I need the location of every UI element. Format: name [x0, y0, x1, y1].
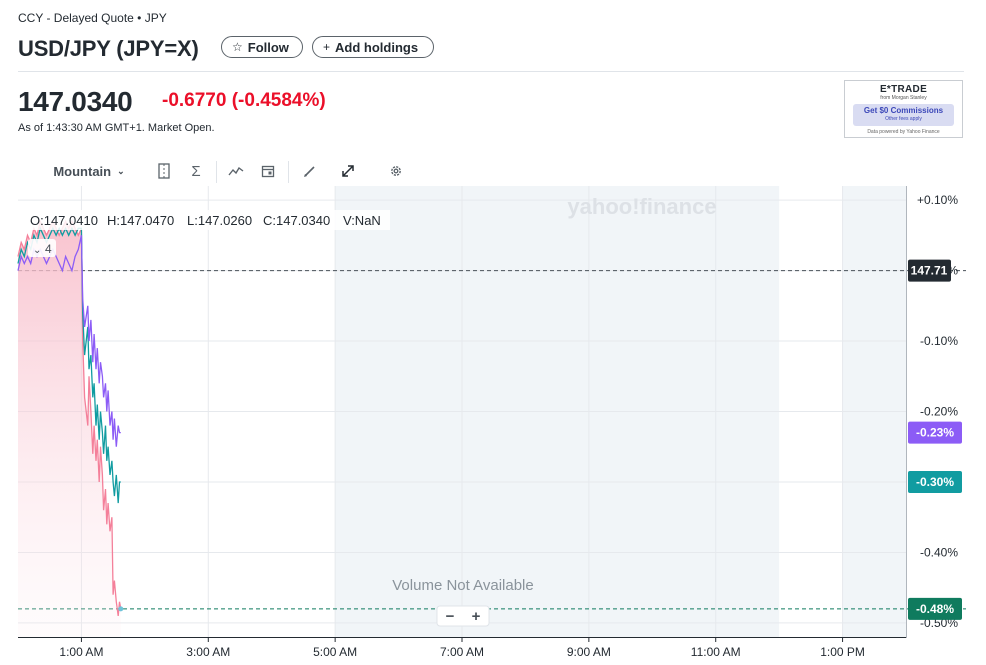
- x-tick-label: 11:00 AM: [691, 645, 741, 659]
- current-price-tag-label: 147.71: [911, 264, 948, 278]
- follow-button[interactable]: ☆ Follow: [221, 36, 303, 58]
- chart-type-label: Mountain: [53, 163, 112, 179]
- y-axis-line: [906, 186, 907, 638]
- draw-icon[interactable]: [300, 158, 320, 184]
- star-icon: ☆: [232, 40, 243, 54]
- calendar-icon[interactable]: [258, 158, 278, 184]
- zoom-in-button[interactable]: +: [472, 608, 481, 625]
- ohlc-open: O:147.0410: [30, 213, 98, 228]
- ohlc-low: L:147.0260: [187, 213, 252, 228]
- y-axis-ticks: +0.10%0.00%-0.10%-0.20%-0.30%-0.40%-0.50…: [917, 193, 958, 630]
- zoom-out-button[interactable]: −: [446, 608, 455, 625]
- ad-brand-sub: from Morgan Stanley: [880, 95, 927, 101]
- ad-footer: Data powered by Yahoo Finance: [867, 129, 940, 135]
- series-tag-label: -0.23%: [916, 426, 954, 440]
- zoom-controls: − +: [436, 605, 490, 627]
- toolbar-divider: [288, 161, 289, 183]
- x-axis-ticks: 1:00 AM 3:00 AM 5:00 AM 7:00 AM 9:00 AM 11:00…: [59, 637, 865, 659]
- quote-subtitle: CCY - Delayed Quote • JPY: [18, 11, 167, 25]
- ohlc-high: H:147.0470: [107, 213, 174, 228]
- y-tick-label: +0.10%: [917, 193, 958, 207]
- y-tick-label: -0.40%: [920, 545, 958, 559]
- indicator-collapse-badge[interactable]: ⌄ 4: [28, 239, 56, 257]
- price-chart[interactable]: yahoo!finance +0.10%0.00%-0.10%-0.20%-0.…: [0, 184, 986, 665]
- chevron-down-icon: ⌄: [33, 245, 41, 256]
- y-tick-label: -0.20%: [920, 405, 958, 419]
- settings-icon[interactable]: [386, 158, 406, 184]
- series-tag-label: -0.30%: [916, 475, 954, 489]
- chevron-down-icon: ⌄: [117, 165, 125, 176]
- ohlc-close: C:147.0340: [263, 213, 330, 228]
- yahoo-finance-watermark: yahoo!finance: [567, 194, 716, 219]
- chart-type-dropdown[interactable]: Mountain ⌄: [48, 158, 130, 184]
- add-holdings-label: Add holdings: [335, 39, 419, 55]
- x-tick-label: 9:00 AM: [567, 645, 611, 659]
- indicators-icon[interactable]: Σ: [186, 158, 206, 184]
- series-tag-label: -0.48%: [916, 602, 954, 616]
- price-tags: 147.71 -0.23% -0.30% -0.48%: [908, 259, 962, 620]
- trend-icon[interactable]: [226, 158, 246, 184]
- ad-cta-label: Get $0 Commissions: [863, 106, 944, 115]
- chart-toolbar: Mountain ⌄ Σ: [18, 158, 418, 184]
- toolbar-divider: [216, 161, 217, 183]
- compare-icon[interactable]: [154, 158, 174, 184]
- series-last-point: [118, 606, 124, 612]
- etrade-ad[interactable]: E*TRADE from Morgan Stanley Get $0 Commi…: [844, 80, 963, 138]
- quote-timestamp: As of 1:43:30 AM GMT+1. Market Open.: [18, 122, 215, 134]
- expand-icon[interactable]: [338, 158, 358, 184]
- x-tick-label: 5:00 AM: [313, 645, 357, 659]
- header-divider: [18, 71, 964, 72]
- badge-count: 4: [45, 242, 52, 256]
- chart-series: [17, 219, 124, 637]
- x-tick-label: 3:00 AM: [186, 645, 230, 659]
- quote-price: 147.0340: [18, 86, 133, 117]
- x-tick-label: 1:00 PM: [820, 645, 865, 659]
- x-tick-label: 1:00 AM: [59, 645, 103, 659]
- ad-cta-button[interactable]: Get $0 Commissions Other fees apply: [853, 104, 954, 126]
- ohlc-volume: V:NaN: [343, 213, 381, 228]
- ohlc-legend: O:147.0410 H:147.0470 L:147.0260 C:147.0…: [28, 210, 390, 230]
- quote-change: -0.6770 (-0.4584%): [162, 90, 326, 111]
- add-holdings-button[interactable]: + Add holdings: [312, 36, 434, 58]
- volume-note: Volume Not Available: [392, 577, 533, 594]
- x-tick-label: 7:00 AM: [440, 645, 484, 659]
- page-title: USD/JPY (JPY=X): [18, 36, 199, 61]
- ad-cta-sub: Other fees apply: [885, 116, 922, 122]
- plus-icon: +: [323, 40, 331, 54]
- y-tick-label: -0.10%: [920, 334, 958, 348]
- ad-brand-logo: E*TRADE: [879, 84, 928, 95]
- follow-label: Follow: [247, 39, 289, 55]
